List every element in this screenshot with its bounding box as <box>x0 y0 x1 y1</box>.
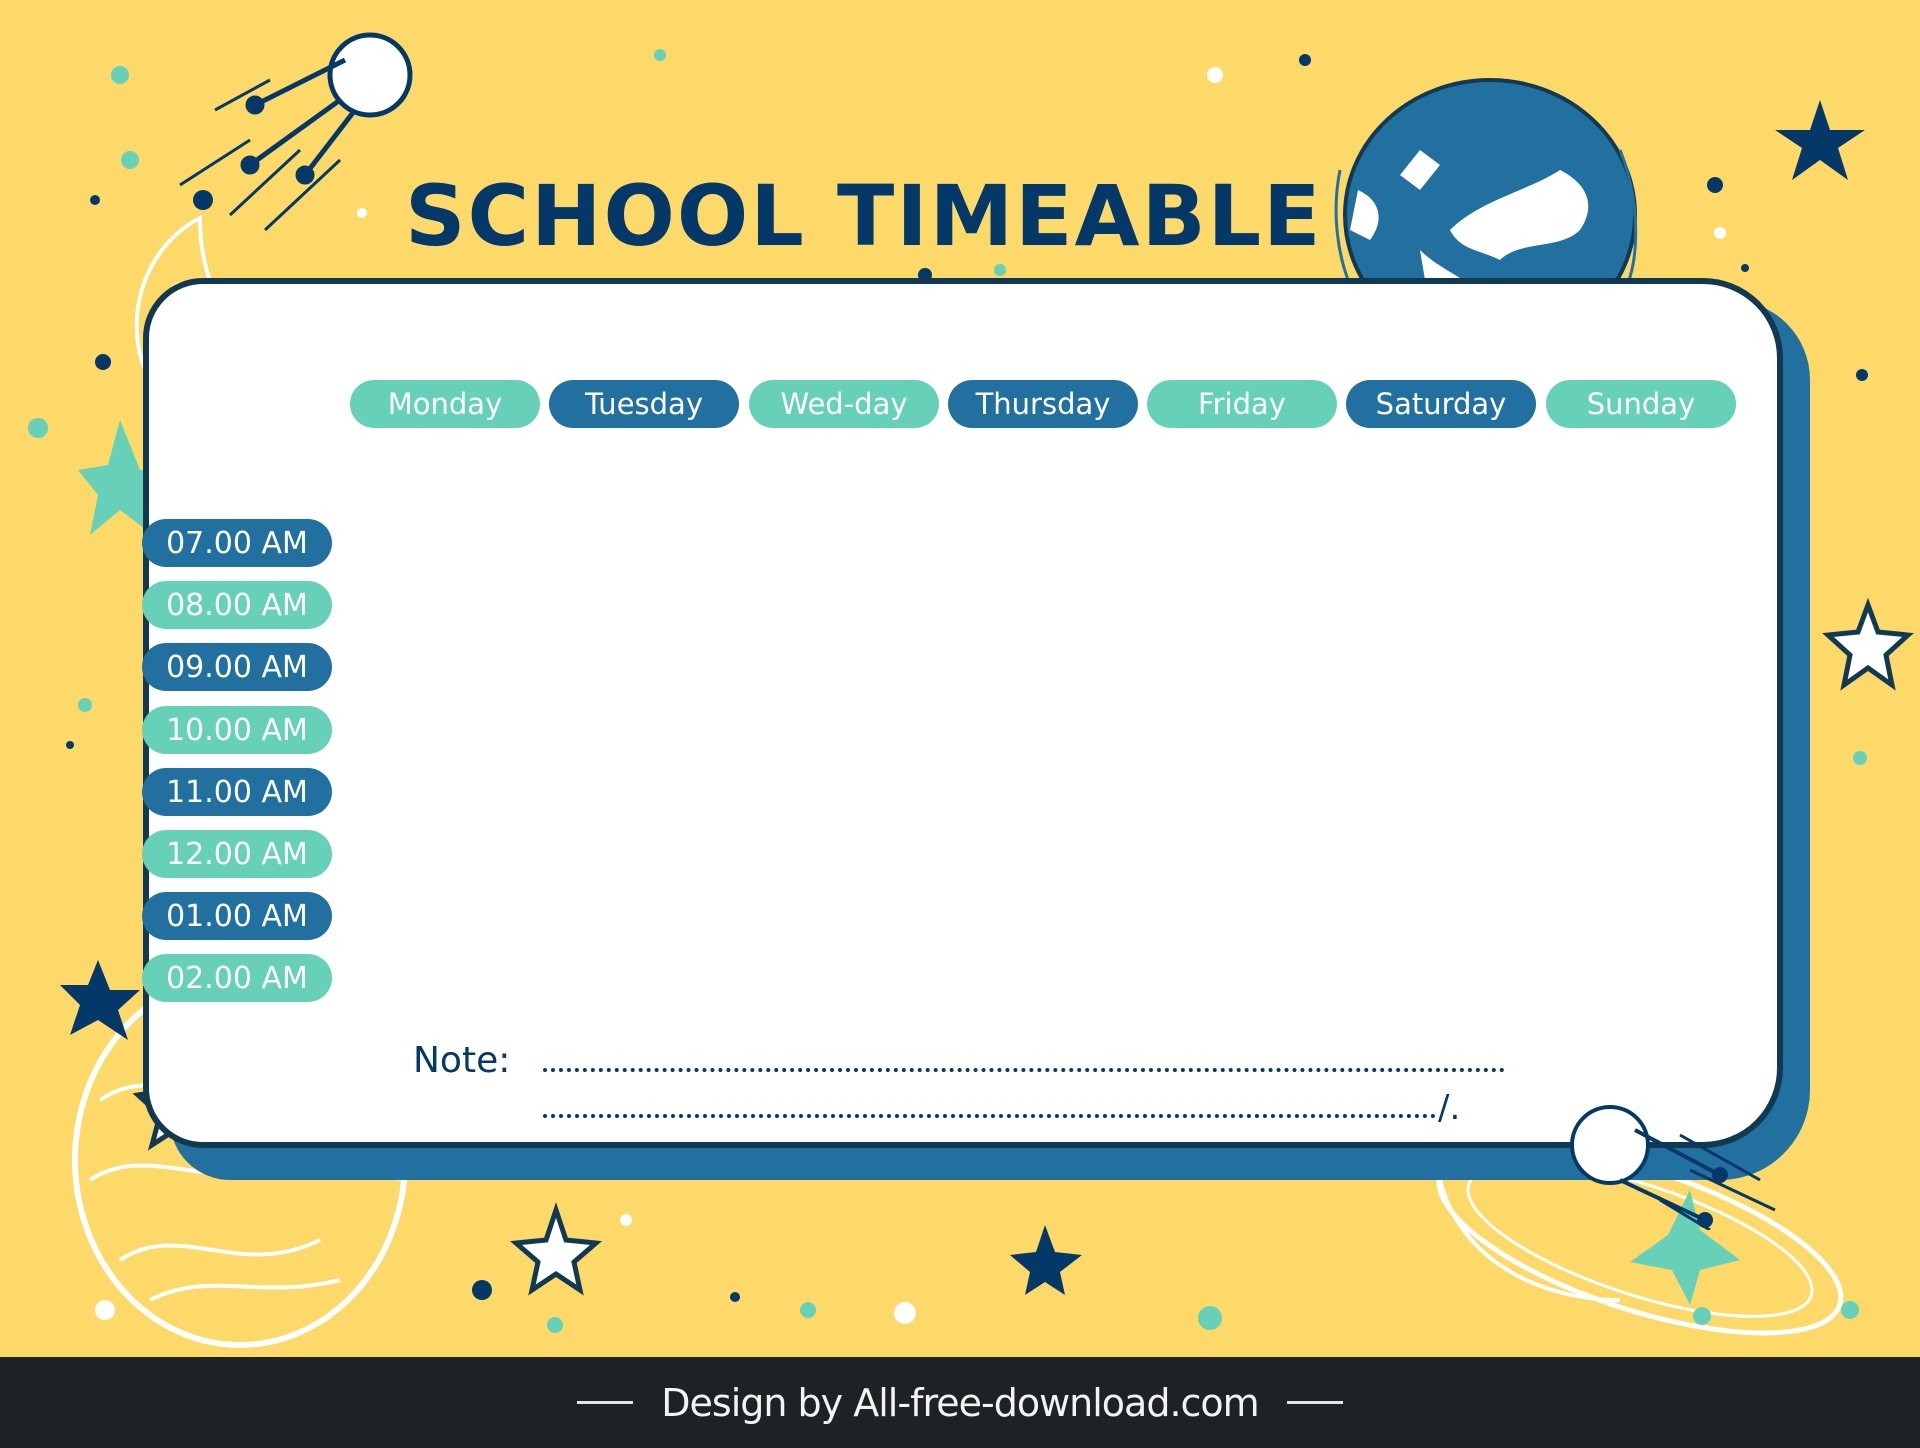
star-icon <box>1822 597 1914 691</box>
time-pill[interactable]: 08.00 AM <box>142 581 332 629</box>
note-line-1[interactable] <box>543 1068 1505 1072</box>
star-icon <box>1010 1225 1082 1295</box>
day-pill-friday[interactable]: Friday <box>1147 380 1337 428</box>
page-title: SCHOOL TIMEABLE <box>405 167 1323 266</box>
time-label: 07.00 AM <box>166 525 308 561</box>
time-pill[interactable]: 02.00 AM <box>142 954 332 1002</box>
time-label: 02.00 AM <box>166 960 308 996</box>
time-label: 01.00 AM <box>166 898 308 934</box>
day-pill-saturday[interactable]: Saturday <box>1346 380 1536 428</box>
time-label: 08.00 AM <box>166 587 308 623</box>
day-label: Sunday <box>1586 387 1696 421</box>
day-label: Wed-day <box>780 387 908 421</box>
star-icon <box>509 1202 603 1296</box>
footer-credit: Design by All-free-download.com <box>661 1380 1259 1425</box>
day-pill-tuesday[interactable]: Tuesday <box>549 380 739 428</box>
footer-bar: Design by All-free-download.com <box>0 1357 1920 1448</box>
day-label: Monday <box>387 387 503 421</box>
day-label: Tuesday <box>585 387 703 421</box>
day-pill-thursday[interactable]: Thursday <box>948 380 1138 428</box>
day-label: Thursday <box>975 387 1111 421</box>
day-label: Friday <box>1198 387 1286 421</box>
satellite-icon <box>179 32 413 232</box>
time-label: 11.00 AM <box>166 774 308 810</box>
time-label: 12.00 AM <box>166 836 308 872</box>
footer-divider-left <box>577 1401 634 1404</box>
day-pill-monday[interactable]: Monday <box>350 380 540 428</box>
time-pill[interactable]: 07.00 AM <box>142 519 332 567</box>
time-pill[interactable]: 10.00 AM <box>142 706 332 754</box>
day-pill-sunday[interactable]: Sunday <box>1546 380 1736 428</box>
note-label: Note: <box>413 1040 511 1081</box>
time-label: 10.00 AM <box>166 712 308 748</box>
time-pill[interactable]: 01.00 AM <box>142 892 332 940</box>
note-end-mark: /. <box>1438 1088 1461 1128</box>
time-pill[interactable]: 12.00 AM <box>142 830 332 878</box>
satellite-icon <box>1570 1105 1776 1230</box>
footer-divider-right <box>1286 1401 1343 1404</box>
note-line-2[interactable] <box>543 1114 1436 1118</box>
day-pill-wednesday[interactable]: Wed-day <box>749 380 939 428</box>
star-icon <box>1775 100 1865 180</box>
time-pill[interactable]: 09.00 AM <box>142 643 332 691</box>
time-label: 09.00 AM <box>166 649 308 685</box>
time-pill[interactable]: 11.00 AM <box>142 768 332 816</box>
day-label: Saturday <box>1375 387 1507 421</box>
